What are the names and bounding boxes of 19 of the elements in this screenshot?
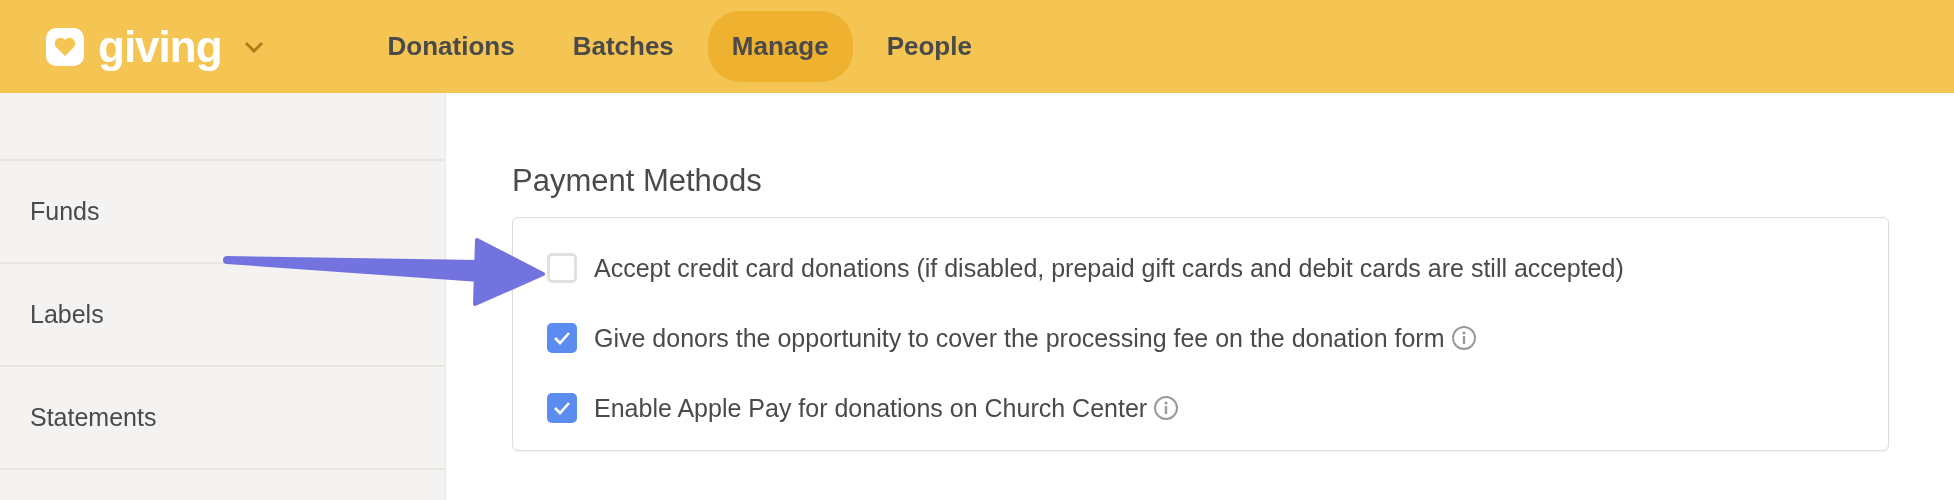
option-label: Give donors the opportunity to cover the processing fee on the donation form [594,323,1445,353]
checkbox[interactable] [547,323,577,353]
checkbox[interactable] [547,393,577,423]
nav-tab[interactable]: Donations [363,11,539,82]
option-label: Accept credit card donations (if disabled, prepaid gift cards and debit cards are still accepted) [594,253,1624,283]
info-icon[interactable] [1153,395,1180,421]
checkbox[interactable] [547,253,577,283]
info-icon[interactable] [1450,325,1477,351]
nav-tab[interactable]: People [862,11,996,82]
nav-tab[interactable]: Batches [548,11,698,82]
sidebar-item[interactable]: Statements [0,365,445,470]
heart-logo-icon [46,27,84,66]
nav-tab[interactable]: Manage [707,11,853,82]
option-label: Enable Apple Pay for donations on Church Center [594,393,1148,423]
section-title: Payment Methods [512,163,763,199]
chevron-down-icon[interactable] [243,40,264,53]
checkmark-icon [553,331,571,345]
checkmark-icon [553,401,571,415]
brand-name: giving [98,21,222,72]
